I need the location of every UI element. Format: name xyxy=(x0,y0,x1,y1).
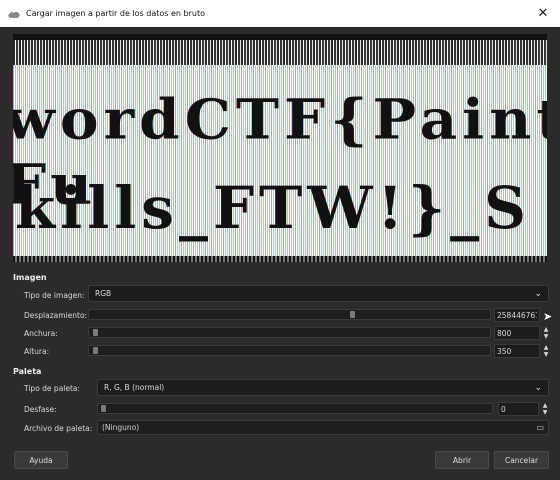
anchura-spinner[interactable]: ▲▼ xyxy=(494,326,548,340)
close-icon[interactable]: ✕ xyxy=(526,0,560,27)
anchura-stepper-arrows[interactable]: ▲ ▼ xyxy=(542,326,550,340)
archivo-paleta-label: Archivo de paleta: xyxy=(24,424,93,433)
altura-slider[interactable] xyxy=(88,345,491,356)
desplazamiento-spinner[interactable] xyxy=(494,308,540,322)
imagen-section-title: Imagen xyxy=(13,273,47,282)
desfase-spinner[interactable]: ▲▼ xyxy=(498,402,547,416)
altura-slider-handle[interactable] xyxy=(93,347,98,354)
altura-stepper-arrows[interactable]: ▲ ▼ xyxy=(542,344,550,358)
tipo-imagen-label: Tipo de imagen: xyxy=(24,291,85,300)
raw-image-preview: wordCTF{Paint Fu kills_FTW!}_S xyxy=(13,34,547,262)
desfase-slider-handle[interactable] xyxy=(101,405,106,412)
desplazamiento-slider-handle[interactable] xyxy=(350,311,355,318)
tipo-paleta-select[interactable]: R, G, B (normal) ⌄ xyxy=(97,379,549,396)
paleta-section-title: Paleta xyxy=(13,367,42,376)
ayuda-button[interactable]: Ayuda xyxy=(14,451,68,469)
desfase-input[interactable] xyxy=(498,402,539,416)
desplazamiento-input[interactable] xyxy=(494,308,540,322)
chevron-down-icon: ⌄ xyxy=(534,383,542,393)
altura-label: Altura: xyxy=(24,347,50,356)
desplazamiento-slider[interactable] xyxy=(88,309,491,320)
abrir-button[interactable]: Abrir xyxy=(435,451,489,469)
desfase-slider[interactable] xyxy=(97,403,493,414)
desfase-label: Desfase: xyxy=(24,405,57,414)
altura-spinner[interactable]: ▲▼ xyxy=(494,344,548,358)
altura-input[interactable] xyxy=(494,344,540,358)
mouse-cursor-icon: ➤ xyxy=(543,310,553,323)
anchura-slider-handle[interactable] xyxy=(93,329,98,336)
desplazamiento-label: Desplazamiento: xyxy=(24,311,88,320)
archivo-paleta-chooser[interactable]: (Ninguno) ▭ xyxy=(97,420,549,435)
anchura-label: Anchura: xyxy=(24,329,58,338)
gimp-icon xyxy=(8,11,20,18)
title-bar: Cargar imagen a partir de los datos en b… xyxy=(0,0,560,27)
tipo-imagen-select[interactable]: RGB ⌄ xyxy=(88,285,549,302)
tipo-paleta-label: Tipo de paleta: xyxy=(24,384,81,393)
folder-icon[interactable]: ▭ xyxy=(536,423,544,432)
desfase-stepper-arrows[interactable]: ▲ ▼ xyxy=(541,402,549,416)
preview-text-line2: kills_FTW!}_S xyxy=(15,174,532,242)
anchura-slider[interactable] xyxy=(88,327,491,338)
cancelar-button[interactable]: Cancelar xyxy=(494,451,549,469)
window-title: Cargar imagen a partir de los datos en b… xyxy=(26,9,205,18)
chevron-down-icon: ⌄ xyxy=(534,289,542,299)
anchura-input[interactable] xyxy=(494,326,540,340)
